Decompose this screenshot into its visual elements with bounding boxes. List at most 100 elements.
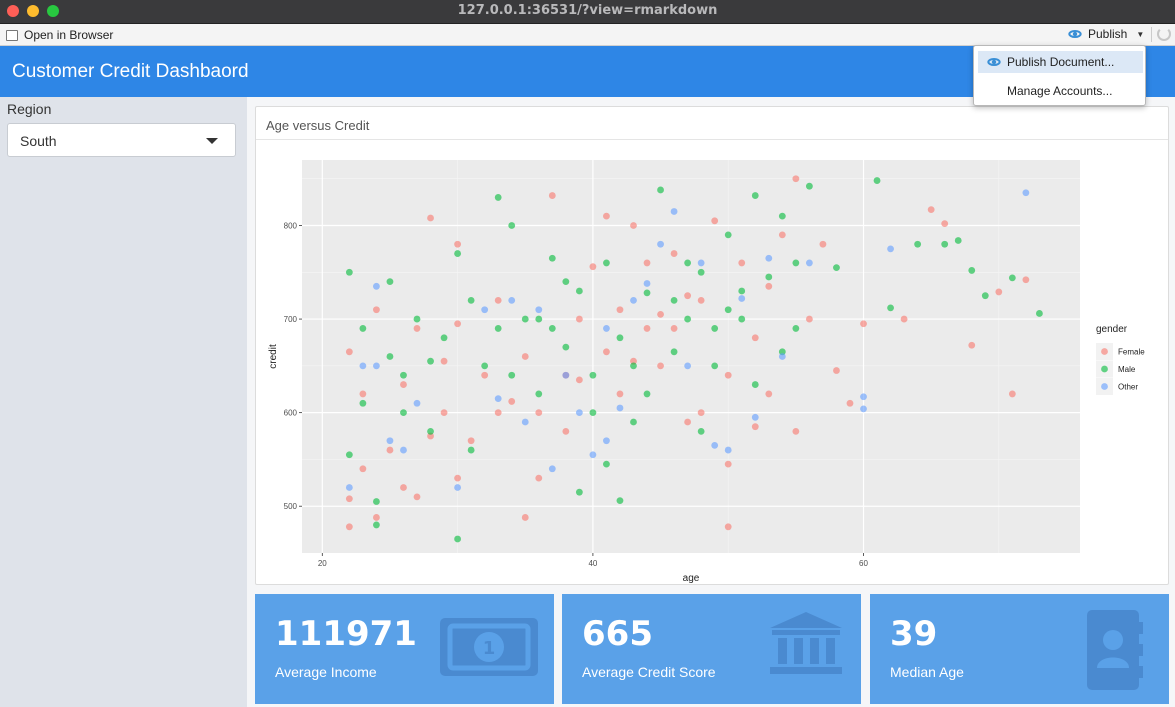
x-tick-label: 60 xyxy=(859,559,868,568)
data-point-female xyxy=(454,474,461,482)
data-point-other xyxy=(697,259,705,267)
data-point-male xyxy=(711,362,719,370)
data-point-male xyxy=(454,250,461,257)
data-point-female xyxy=(616,306,624,314)
publish-icon xyxy=(1068,30,1082,38)
data-point-female xyxy=(481,371,489,379)
plot-card-title: Age versus Credit xyxy=(266,118,370,133)
legend-key-female xyxy=(1101,348,1108,355)
data-point-female xyxy=(900,315,908,323)
data-point-female xyxy=(1008,390,1016,398)
data-point-female xyxy=(684,418,692,426)
data-point-other xyxy=(521,418,529,426)
data-point-female xyxy=(697,296,705,304)
data-point-female xyxy=(751,334,759,342)
publish-document-menu-item[interactable]: Publish Document... xyxy=(978,51,1143,73)
data-point-other xyxy=(345,484,353,491)
data-point-other xyxy=(508,296,516,304)
data-point-male xyxy=(1008,274,1016,282)
main-panel: Age versus Credit 20 40 60 500 600 700 800 age c… xyxy=(247,97,1175,707)
data-point-other xyxy=(400,446,407,454)
chevron-down-icon: ▼ xyxy=(1136,29,1145,39)
publish-button[interactable]: Publish ▼ xyxy=(1067,27,1144,41)
data-point-other xyxy=(359,362,367,370)
data-point-female xyxy=(440,357,448,365)
data-point-male xyxy=(724,231,732,239)
data-point-male xyxy=(508,222,516,229)
region-label: Region xyxy=(7,101,52,117)
x-tick-label: 40 xyxy=(588,559,597,568)
data-point-male xyxy=(562,278,570,286)
data-point-male xyxy=(508,371,516,379)
plot-card: Age versus Credit 20 40 60 500 600 700 800 age c… xyxy=(255,106,1169,585)
data-point-male xyxy=(616,497,624,504)
address-book-icon xyxy=(1087,610,1143,690)
data-point-male xyxy=(684,315,692,323)
data-point-other xyxy=(860,393,867,401)
data-point-male xyxy=(630,418,637,426)
data-point-female xyxy=(724,371,732,379)
data-point-female xyxy=(386,446,394,454)
data-point-male xyxy=(562,343,570,351)
data-point-female xyxy=(373,514,380,521)
y-tick-label: 800 xyxy=(284,222,298,231)
data-point-female xyxy=(724,460,732,468)
data-point-male xyxy=(481,362,489,370)
data-point-female xyxy=(765,282,773,290)
legend-key-male xyxy=(1101,365,1108,373)
data-point-other xyxy=(711,441,719,449)
data-point-female xyxy=(603,212,610,220)
data-point-female xyxy=(535,409,543,417)
region-selected-value: South xyxy=(20,133,57,149)
data-point-female xyxy=(670,325,678,332)
data-point-other xyxy=(548,465,556,473)
data-point-female xyxy=(724,523,732,531)
data-point-female xyxy=(413,325,421,332)
data-point-male xyxy=(792,259,800,267)
data-point-female xyxy=(345,348,353,356)
publish-label: Publish xyxy=(1088,27,1128,41)
data-point-other xyxy=(616,404,624,412)
data-point-female xyxy=(630,222,637,229)
data-point-male xyxy=(643,289,651,297)
data-point-male xyxy=(941,240,949,248)
region-select[interactable]: South xyxy=(7,123,236,157)
data-point-female xyxy=(562,427,570,435)
publish-dropdown-menu: Publish Document... Manage Accounts... xyxy=(973,45,1146,106)
data-point-other xyxy=(603,325,610,332)
window-titlebar: 127.0.0.1:36531/?view=rmarkdown xyxy=(0,0,1175,24)
income-label: Average Income xyxy=(275,664,377,680)
value-box-age: 39 Median Age xyxy=(870,594,1169,704)
data-point-female xyxy=(508,398,516,405)
window-url: 127.0.0.1:36531/?view=rmarkdown xyxy=(457,3,718,18)
data-point-male xyxy=(914,240,922,248)
data-point-male xyxy=(981,292,989,300)
data-point-male xyxy=(751,381,759,388)
data-point-other xyxy=(373,282,380,290)
data-point-male xyxy=(643,390,651,398)
age-label: Median Age xyxy=(890,664,964,680)
data-point-female xyxy=(359,390,367,398)
data-point-female xyxy=(603,348,610,356)
data-point-other xyxy=(575,409,583,417)
manage-accounts-menu-item[interactable]: Manage Accounts... xyxy=(978,80,1143,102)
data-point-female xyxy=(575,376,583,384)
data-point-male xyxy=(548,325,556,332)
data-point-other xyxy=(887,245,894,253)
data-point-female xyxy=(697,409,705,417)
data-point-female xyxy=(454,240,461,248)
data-point-other xyxy=(589,451,597,459)
data-point-female xyxy=(860,320,867,328)
refresh-icon[interactable] xyxy=(1157,27,1171,41)
data-point-male xyxy=(373,521,380,529)
data-point-other xyxy=(373,362,380,370)
scatter-plot: 20 40 60 500 600 700 800 age credit gender Female M… xyxy=(268,160,1145,584)
data-point-other xyxy=(805,259,813,267)
data-point-male xyxy=(603,460,610,468)
data-point-other xyxy=(684,362,692,370)
data-point-male xyxy=(724,306,732,314)
data-point-female xyxy=(792,427,800,435)
open-in-browser-button[interactable]: Open in Browser xyxy=(6,28,113,42)
data-point-other xyxy=(535,306,543,314)
data-point-male xyxy=(968,267,976,274)
